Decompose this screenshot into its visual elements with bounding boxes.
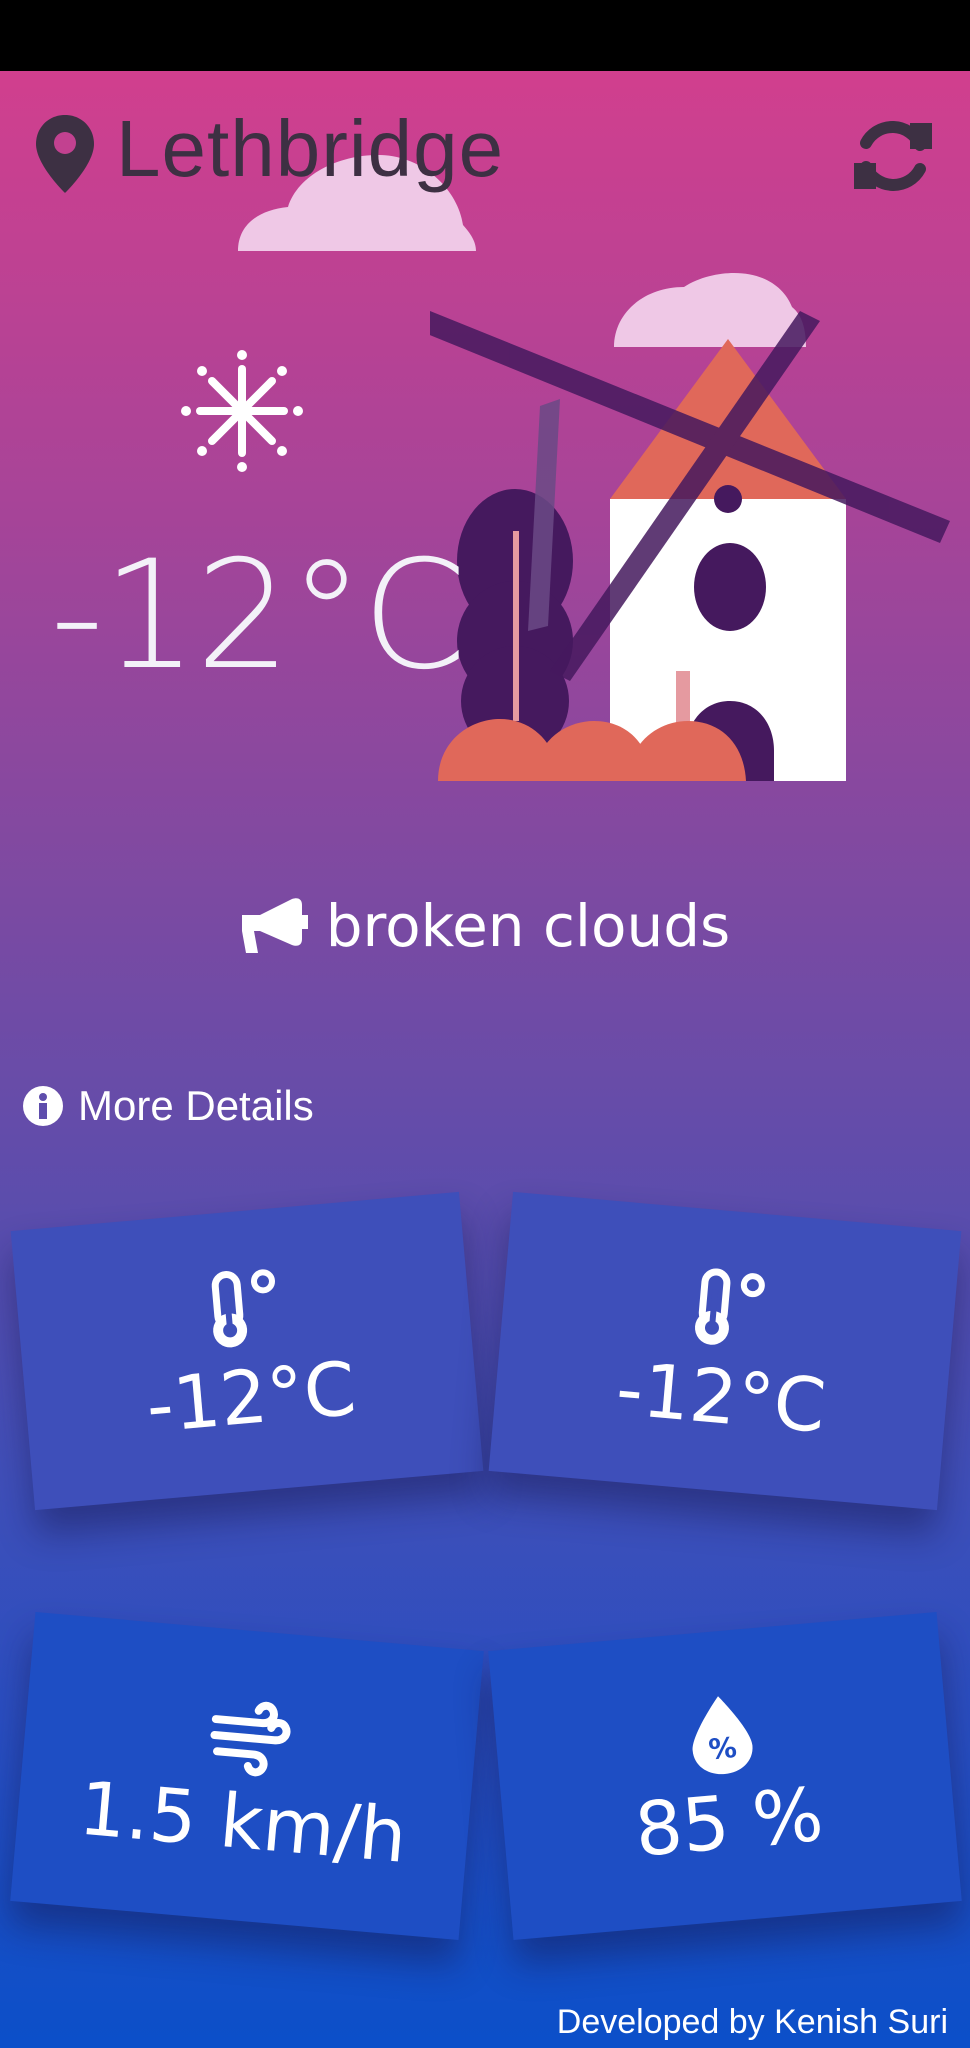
thermometer-icon bbox=[211, 1269, 275, 1348]
wind-speed-value: 1.5 km/h bbox=[75, 1765, 411, 1880]
weather-description: broken clouds bbox=[325, 892, 731, 960]
humidity-value: 85 % bbox=[631, 1771, 827, 1874]
status-bar bbox=[0, 0, 970, 71]
megaphone-icon bbox=[241, 898, 308, 953]
humidity-card: % 85 % bbox=[488, 1611, 962, 1941]
refresh-button[interactable] bbox=[852, 115, 934, 197]
min-temperature-card: -12°C bbox=[10, 1191, 484, 1511]
thermometer-icon bbox=[694, 1268, 765, 1345]
max-temperature-value: -12°C bbox=[612, 1345, 830, 1450]
info-icon bbox=[23, 1086, 63, 1126]
svg-text:%: % bbox=[707, 1731, 738, 1766]
humidity-drop-icon: % bbox=[692, 1696, 753, 1775]
weather-screen: Lethbridge -12°C broken clouds More Deta… bbox=[0, 71, 970, 2048]
city-name: Lethbridge bbox=[116, 104, 505, 193]
location-pin-icon bbox=[36, 115, 94, 193]
header: Lethbridge bbox=[0, 71, 970, 241]
wind-speed-card: 1.5 km/h bbox=[10, 1611, 484, 1941]
snowflake-icon bbox=[181, 350, 303, 472]
min-temperature-value: -12°C bbox=[142, 1345, 360, 1450]
weather-description-row: broken clouds bbox=[0, 881, 970, 971]
current-temperature: -12°C bbox=[50, 529, 467, 703]
developer-credit: Developed by Kenish Suri bbox=[556, 2003, 948, 2041]
wind-icon bbox=[210, 1701, 291, 1777]
more-details-label: More Details bbox=[78, 1082, 314, 1129]
windmill-illustration bbox=[430, 311, 950, 781]
max-temperature-card: -12°C bbox=[488, 1191, 962, 1511]
more-details-link[interactable]: More Details bbox=[22, 1071, 314, 1141]
